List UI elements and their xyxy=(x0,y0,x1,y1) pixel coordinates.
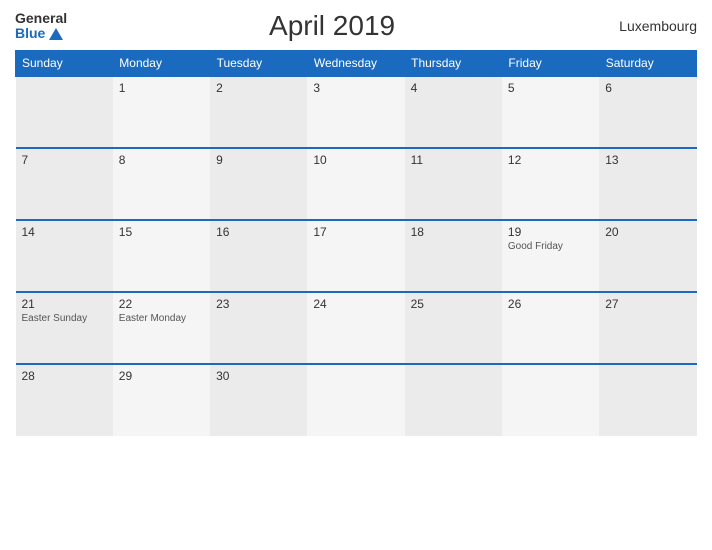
calendar-cell: 10 xyxy=(307,148,404,220)
calendar-cell xyxy=(405,364,502,436)
day-number: 1 xyxy=(119,81,204,95)
calendar-cell: 4 xyxy=(405,76,502,148)
day-number: 9 xyxy=(216,153,301,167)
calendar-cell: 9 xyxy=(210,148,307,220)
calendar-cell: 17 xyxy=(307,220,404,292)
day-number: 3 xyxy=(313,81,398,95)
day-number: 12 xyxy=(508,153,593,167)
day-number: 19 xyxy=(508,225,593,239)
logo: General Blue xyxy=(15,11,67,42)
day-number: 4 xyxy=(411,81,496,95)
calendar-cell: 26 xyxy=(502,292,599,364)
day-number: 6 xyxy=(605,81,690,95)
weekday-header-row: Sunday Monday Tuesday Wednesday Thursday… xyxy=(16,51,697,77)
day-number: 16 xyxy=(216,225,301,239)
header-monday: Monday xyxy=(113,51,210,77)
calendar-cell xyxy=(502,364,599,436)
day-number: 30 xyxy=(216,369,301,383)
calendar-cell: 18 xyxy=(405,220,502,292)
day-number: 20 xyxy=(605,225,690,239)
calendar-cell: 5 xyxy=(502,76,599,148)
day-number: 27 xyxy=(605,297,690,311)
day-number: 24 xyxy=(313,297,398,311)
calendar-cell: 21 Easter Sunday xyxy=(16,292,113,364)
day-number: 21 xyxy=(22,297,107,311)
calendar-cell: 23 xyxy=(210,292,307,364)
day-number: 29 xyxy=(119,369,204,383)
calendar-cell: 7 xyxy=(16,148,113,220)
calendar-cell: 15 xyxy=(113,220,210,292)
calendar-title: April 2019 xyxy=(67,10,597,42)
logo-general-text: General xyxy=(15,11,67,26)
calendar-cell: 24 xyxy=(307,292,404,364)
day-number: 18 xyxy=(411,225,496,239)
calendar-cell: 6 xyxy=(599,76,696,148)
calendar-cell: 19 Good Friday xyxy=(502,220,599,292)
calendar-cell: 27 xyxy=(599,292,696,364)
header-tuesday: Tuesday xyxy=(210,51,307,77)
calendar-week-row: 789 10 11 12 13 xyxy=(16,148,697,220)
header-sunday: Sunday xyxy=(16,51,113,77)
day-number: 23 xyxy=(216,297,301,311)
logo-blue-text: Blue xyxy=(15,26,67,41)
header: General Blue April 2019 Luxembourg xyxy=(15,10,697,42)
calendar-cell: 20 xyxy=(599,220,696,292)
header-friday: Friday xyxy=(502,51,599,77)
day-event: Good Friday xyxy=(508,241,593,252)
day-number: 28 xyxy=(22,369,107,383)
calendar-page: General Blue April 2019 Luxembourg Sunda… xyxy=(0,0,712,550)
calendar-cell: 30 xyxy=(210,364,307,436)
calendar-cell: 12 xyxy=(502,148,599,220)
calendar-week-row: 21 Easter Sunday 22 Easter Monday 23 24 25 26 27 xyxy=(16,292,697,364)
day-number: 26 xyxy=(508,297,593,311)
day-number: 7 xyxy=(22,153,107,167)
calendar-cell: 11 xyxy=(405,148,502,220)
calendar-table: Sunday Monday Tuesday Wednesday Thursday… xyxy=(15,50,697,436)
country-label: Luxembourg xyxy=(597,18,697,34)
day-number: 8 xyxy=(119,153,204,167)
day-number: 13 xyxy=(605,153,690,167)
day-number: 14 xyxy=(22,225,107,239)
day-number: 25 xyxy=(411,297,496,311)
day-number: 11 xyxy=(411,153,496,167)
calendar-cell: 8 xyxy=(113,148,210,220)
calendar-week-row: 28 29 30 xyxy=(16,364,697,436)
calendar-cell: 1 xyxy=(113,76,210,148)
calendar-cell: 16 xyxy=(210,220,307,292)
day-event: Easter Monday xyxy=(119,313,204,324)
calendar-cell: 22 Easter Monday xyxy=(113,292,210,364)
calendar-cell: 3 xyxy=(307,76,404,148)
day-event: Easter Sunday xyxy=(22,313,107,324)
calendar-cell: 14 xyxy=(16,220,113,292)
calendar-week-row: 14 15 16 17 18 19 Good Friday 20 xyxy=(16,220,697,292)
calendar-cell xyxy=(16,76,113,148)
day-number: 15 xyxy=(119,225,204,239)
header-saturday: Saturday xyxy=(599,51,696,77)
calendar-cell: 13 xyxy=(599,148,696,220)
day-number: 2 xyxy=(216,81,301,95)
day-number: 5 xyxy=(508,81,593,95)
day-number: 22 xyxy=(119,297,204,311)
calendar-cell: 25 xyxy=(405,292,502,364)
calendar-cell: 2 xyxy=(210,76,307,148)
calendar-cell: 28 xyxy=(16,364,113,436)
calendar-cell xyxy=(599,364,696,436)
header-thursday: Thursday xyxy=(405,51,502,77)
calendar-cell xyxy=(307,364,404,436)
header-wednesday: Wednesday xyxy=(307,51,404,77)
logo-triangle-icon xyxy=(49,28,63,40)
calendar-cell: 29 xyxy=(113,364,210,436)
day-number: 10 xyxy=(313,153,398,167)
day-number: 17 xyxy=(313,225,398,239)
calendar-week-row: 123456 xyxy=(16,76,697,148)
